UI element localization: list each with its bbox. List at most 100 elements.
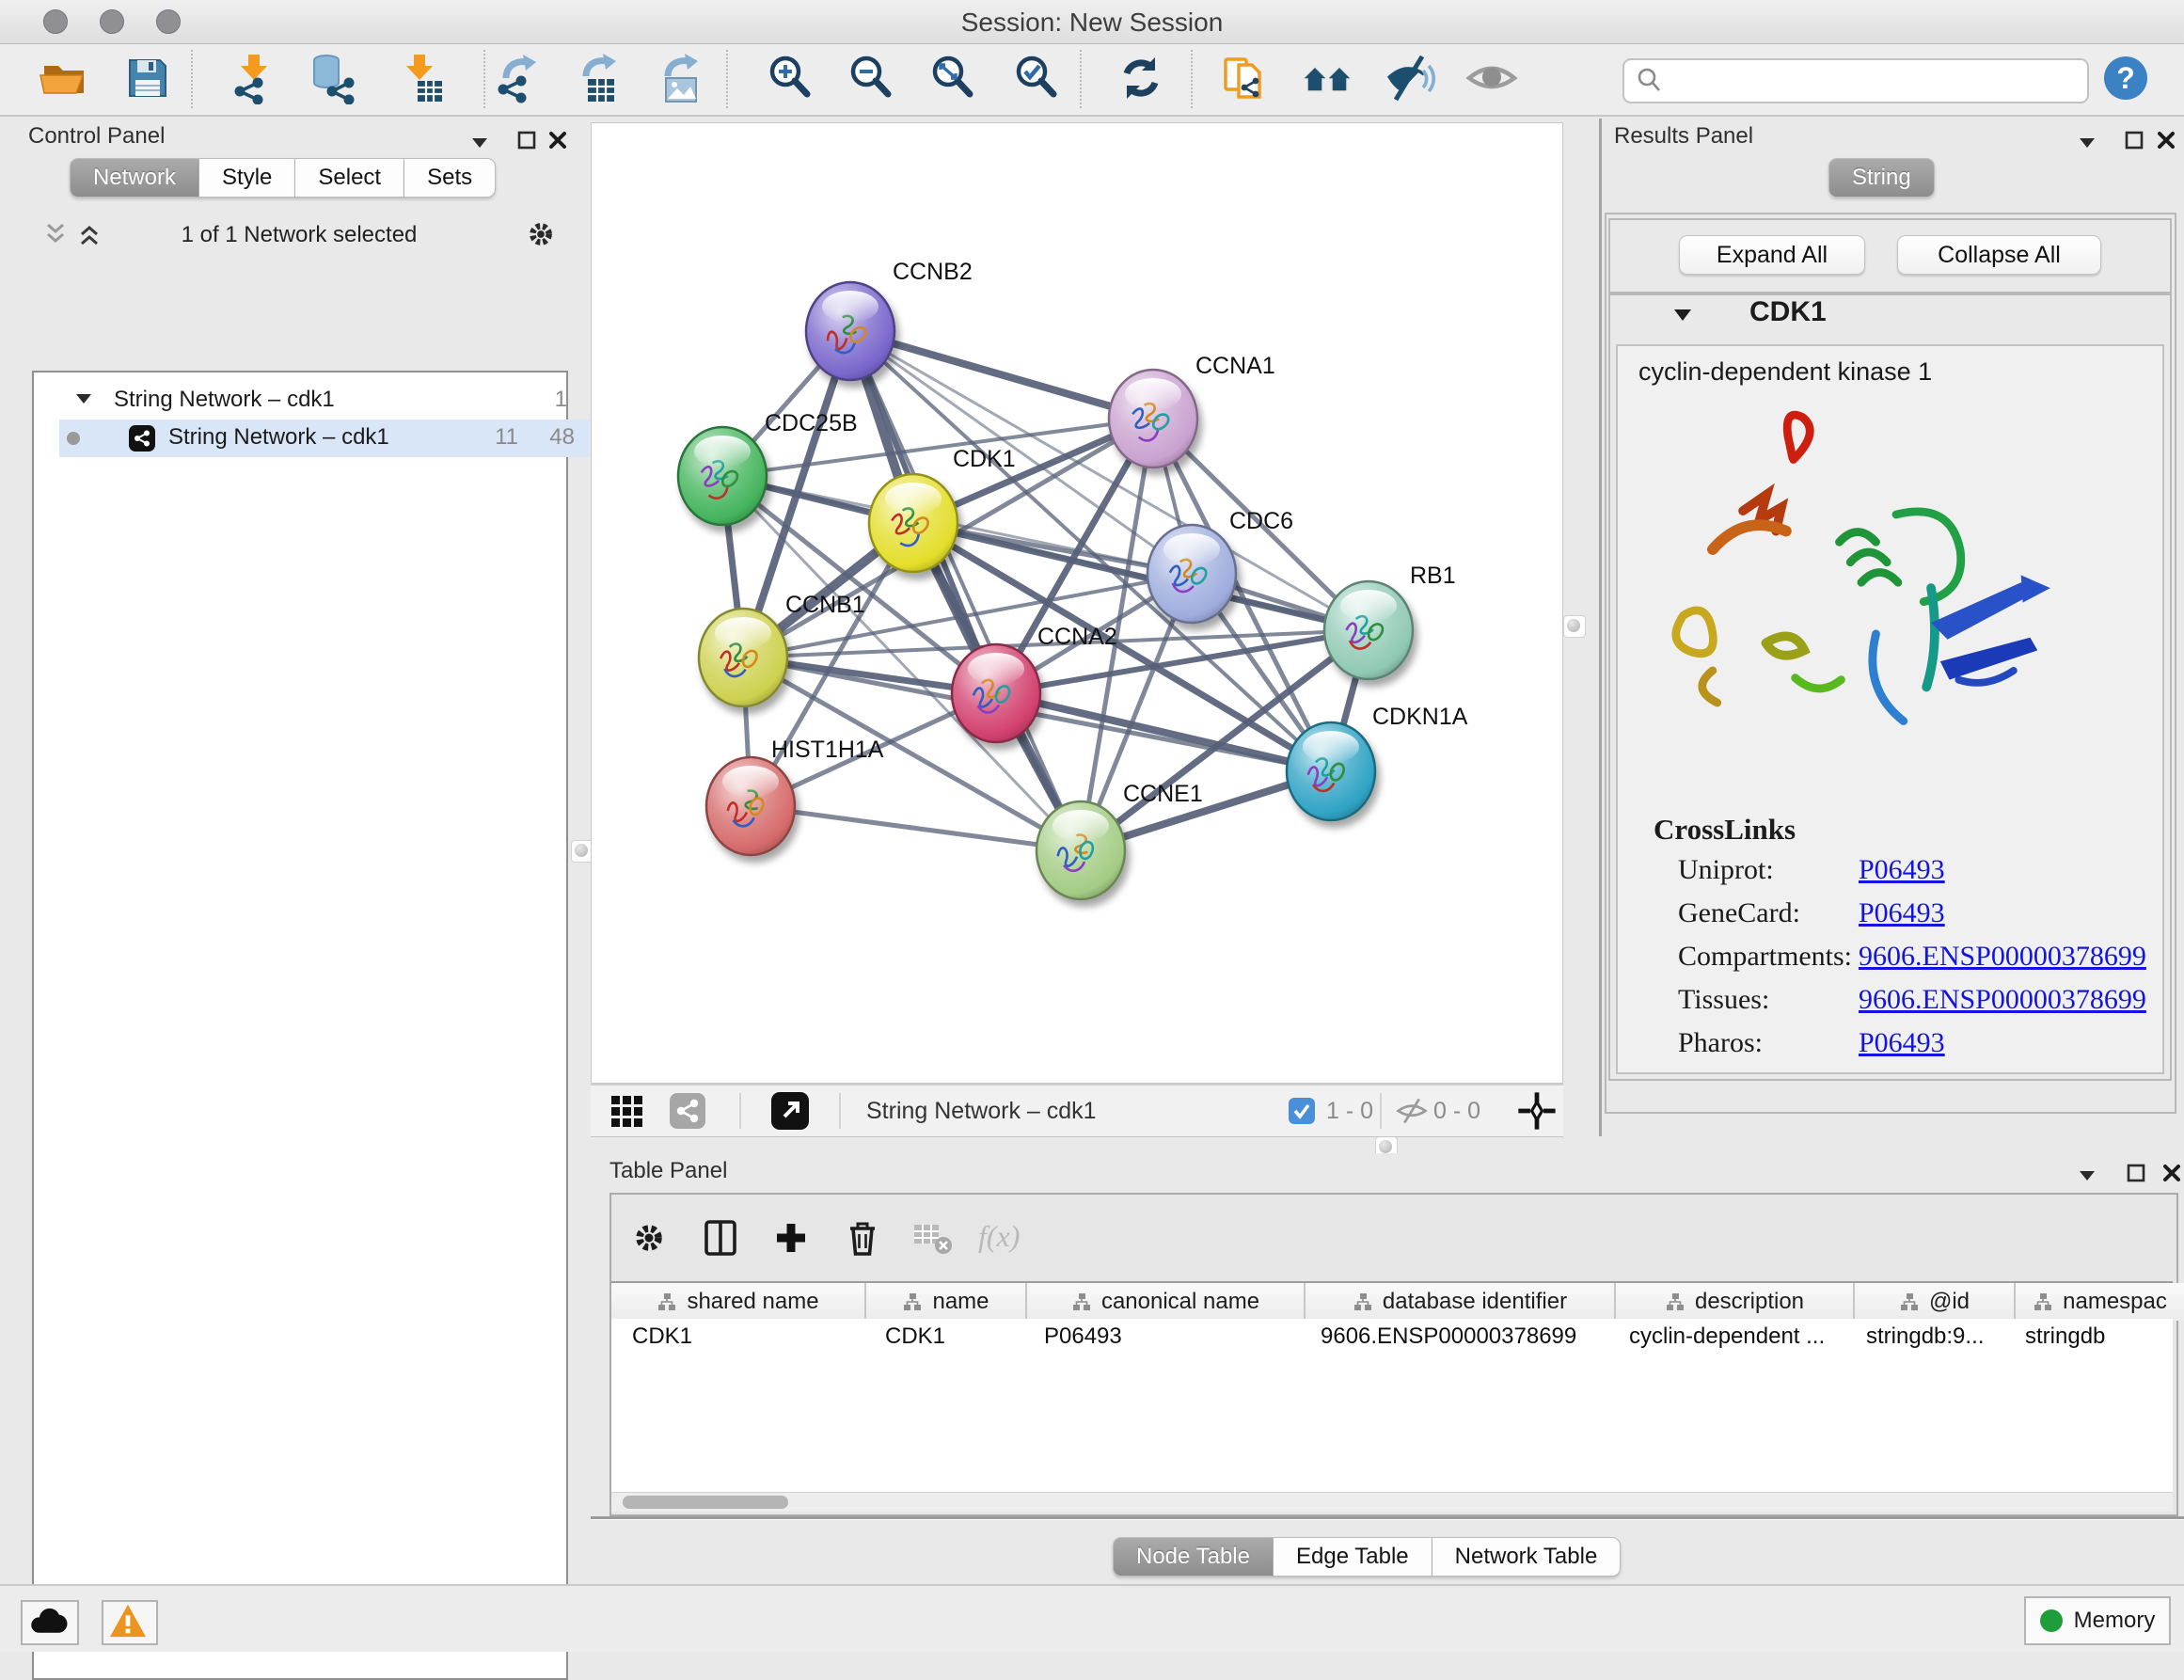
table-cell[interactable]: stringdb:9... bbox=[1845, 1319, 2004, 1355]
export-image-icon[interactable] bbox=[655, 52, 707, 104]
table-cell[interactable]: stringdb bbox=[2004, 1319, 2173, 1355]
birdseye-crosshair-icon[interactable] bbox=[1516, 1090, 1558, 1132]
network-node-CCNA1[interactable] bbox=[1109, 370, 1197, 468]
expand-all-button[interactable]: Expand All bbox=[1679, 235, 1865, 275]
zoom-selected-icon[interactable] bbox=[1010, 52, 1063, 104]
show-all-views-icon[interactable] bbox=[1301, 52, 1353, 104]
export-network-icon[interactable] bbox=[491, 52, 544, 104]
crosslink-value-link[interactable]: 9606.ENSP00000378699 bbox=[1859, 978, 2146, 1022]
collapse-all-button[interactable]: Collapse All bbox=[1897, 235, 2101, 275]
share-view-icon[interactable] bbox=[670, 1093, 705, 1129]
show-selected-eye-icon[interactable] bbox=[1465, 52, 1518, 104]
warning-status-button[interactable] bbox=[102, 1600, 158, 1645]
zoom-in-icon[interactable] bbox=[764, 52, 816, 104]
crosslink-value-link[interactable]: P06493 bbox=[1859, 1022, 1945, 1065]
column-header-description[interactable]: description bbox=[1616, 1283, 1855, 1321]
network-node-CCNE1[interactable] bbox=[1037, 801, 1125, 899]
results-panel-float-icon[interactable] bbox=[2122, 128, 2146, 152]
table-cell[interactable]: CDK1 bbox=[864, 1319, 1023, 1355]
table-panel-collapse-icon[interactable] bbox=[2075, 1163, 2099, 1187]
open-session-icon[interactable] bbox=[38, 52, 90, 104]
grid-view-icon[interactable] bbox=[609, 1094, 645, 1130]
network-node-RB1[interactable] bbox=[1324, 581, 1413, 679]
cloud-status-button[interactable] bbox=[21, 1600, 79, 1645]
right-splitter-grip[interactable] bbox=[1563, 615, 1586, 638]
network-canvas[interactable]: CCNB2CCNA1CDC25BCDK1CDC6RB1CCNB1CCNA2CDK… bbox=[591, 122, 1563, 1084]
network-node-CDK1[interactable] bbox=[869, 474, 957, 572]
add-column-icon[interactable] bbox=[770, 1217, 812, 1259]
tab-node-table[interactable]: Node Table bbox=[1113, 1537, 1274, 1577]
results-splitter-line[interactable] bbox=[1599, 119, 1602, 1136]
table-cell[interactable]: 9606.ENSP00000378699 bbox=[1300, 1319, 1608, 1355]
network-row-selected[interactable]: String Network – cdk1 11 48 bbox=[59, 420, 590, 457]
show-columns-icon[interactable] bbox=[700, 1217, 741, 1259]
results-panel-close-icon[interactable] bbox=[2154, 128, 2178, 152]
table-row[interactable]: CDK1CDK1P064939606.ENSP00000378699cyclin… bbox=[611, 1319, 2173, 1355]
search-input[interactable] bbox=[1666, 67, 2087, 95]
network-node-CCNB1[interactable] bbox=[699, 609, 787, 706]
network-options-gear-icon[interactable] bbox=[523, 216, 559, 252]
collection-expand-icon[interactable] bbox=[76, 393, 91, 404]
crosslink-value-link[interactable]: 9606.ENSP00000378699 bbox=[1859, 935, 2146, 978]
export-view-icon[interactable] bbox=[771, 1092, 809, 1130]
crosslink-value-link[interactable]: P06493 bbox=[1859, 848, 1945, 892]
table-hscrollbar[interactable] bbox=[611, 1492, 2173, 1512]
control-panel-collapse-icon[interactable] bbox=[467, 130, 492, 154]
column-header-shared-name[interactable]: shared name bbox=[611, 1283, 866, 1321]
network-edge[interactable] bbox=[996, 693, 1331, 771]
table-panel-close-icon[interactable] bbox=[2160, 1161, 2184, 1185]
import-table-icon[interactable] bbox=[393, 52, 446, 104]
network-node-CDC6[interactable] bbox=[1147, 525, 1236, 623]
protein-collapse-icon[interactable] bbox=[1674, 309, 1691, 322]
control-panel-close-icon[interactable] bbox=[546, 128, 570, 152]
tab-edge-table[interactable]: Edge Table bbox=[1274, 1537, 1432, 1577]
node-label-CDC25B: CDC25B bbox=[765, 410, 858, 436]
expand-all-chevron-icon[interactable] bbox=[41, 222, 70, 246]
network-edge[interactable] bbox=[751, 806, 1081, 850]
tab-sets[interactable]: Sets bbox=[404, 158, 496, 198]
zoom-out-icon[interactable] bbox=[845, 52, 897, 104]
delete-column-icon[interactable] bbox=[842, 1217, 883, 1259]
network-node-HIST1H1A[interactable] bbox=[706, 757, 795, 855]
save-session-icon[interactable] bbox=[121, 52, 174, 104]
column-header-@id[interactable]: @id bbox=[1855, 1283, 2016, 1321]
tab-network-table[interactable]: Network Table bbox=[1432, 1537, 1622, 1577]
table-cell[interactable]: cyclin-dependent ... bbox=[1608, 1319, 1845, 1355]
import-network-file-icon[interactable] bbox=[228, 52, 280, 104]
tab-select[interactable]: Select bbox=[295, 158, 404, 198]
hide-selected-eye-icon[interactable] bbox=[1384, 52, 1436, 104]
results-panel-collapse-icon[interactable] bbox=[2075, 130, 2099, 154]
network-collection-row[interactable]: String Network – cdk1 1 bbox=[59, 382, 590, 420]
node-label-HIST1H1A: HIST1H1A bbox=[771, 737, 884, 763]
tab-network[interactable]: Network bbox=[70, 158, 199, 198]
column-header-name[interactable]: name bbox=[866, 1283, 1027, 1321]
memory-button[interactable]: Memory bbox=[2024, 1596, 2171, 1645]
tab-string[interactable]: String bbox=[1828, 158, 1935, 198]
table-cell[interactable]: P06493 bbox=[1023, 1319, 1300, 1355]
table-panel-float-icon[interactable] bbox=[2124, 1161, 2148, 1185]
network-node-CDC25B[interactable] bbox=[678, 427, 767, 525]
selected-checkbox-icon[interactable] bbox=[1289, 1098, 1315, 1124]
column-header-database-identifier[interactable]: database identifier bbox=[1306, 1283, 1616, 1321]
network-node-CCNB2[interactable] bbox=[806, 282, 894, 380]
crosslink-value-link[interactable]: P06493 bbox=[1859, 892, 1945, 935]
tab-style[interactable]: Style bbox=[199, 158, 295, 198]
column-header-canonical-name[interactable]: canonical name bbox=[1027, 1283, 1306, 1321]
column-header-namespac[interactable]: namespac bbox=[2016, 1283, 2184, 1321]
cloud-icon bbox=[23, 1602, 73, 1640]
collapse-all-chevron-icon[interactable] bbox=[75, 222, 103, 246]
network-node-CDKN1A[interactable] bbox=[1287, 722, 1375, 820]
refresh-icon[interactable] bbox=[1115, 52, 1167, 104]
export-table-icon[interactable] bbox=[573, 52, 625, 104]
table-cell[interactable]: CDK1 bbox=[611, 1319, 864, 1355]
table-settings-gear-icon[interactable] bbox=[628, 1217, 670, 1259]
control-panel-float-icon[interactable] bbox=[514, 128, 539, 152]
zoom-fit-icon[interactable] bbox=[926, 52, 979, 104]
import-network-database-icon[interactable] bbox=[307, 52, 359, 104]
help-icon[interactable]: ? bbox=[2104, 56, 2147, 100]
copy-view-icon[interactable] bbox=[1218, 52, 1271, 104]
table-header-row[interactable]: shared namenamecanonical namedatabase id… bbox=[611, 1281, 2173, 1323]
table-hscrollbar-thumb[interactable] bbox=[623, 1496, 788, 1509]
network-node-CCNA2[interactable] bbox=[952, 644, 1040, 742]
network-edge[interactable] bbox=[850, 331, 1081, 850]
